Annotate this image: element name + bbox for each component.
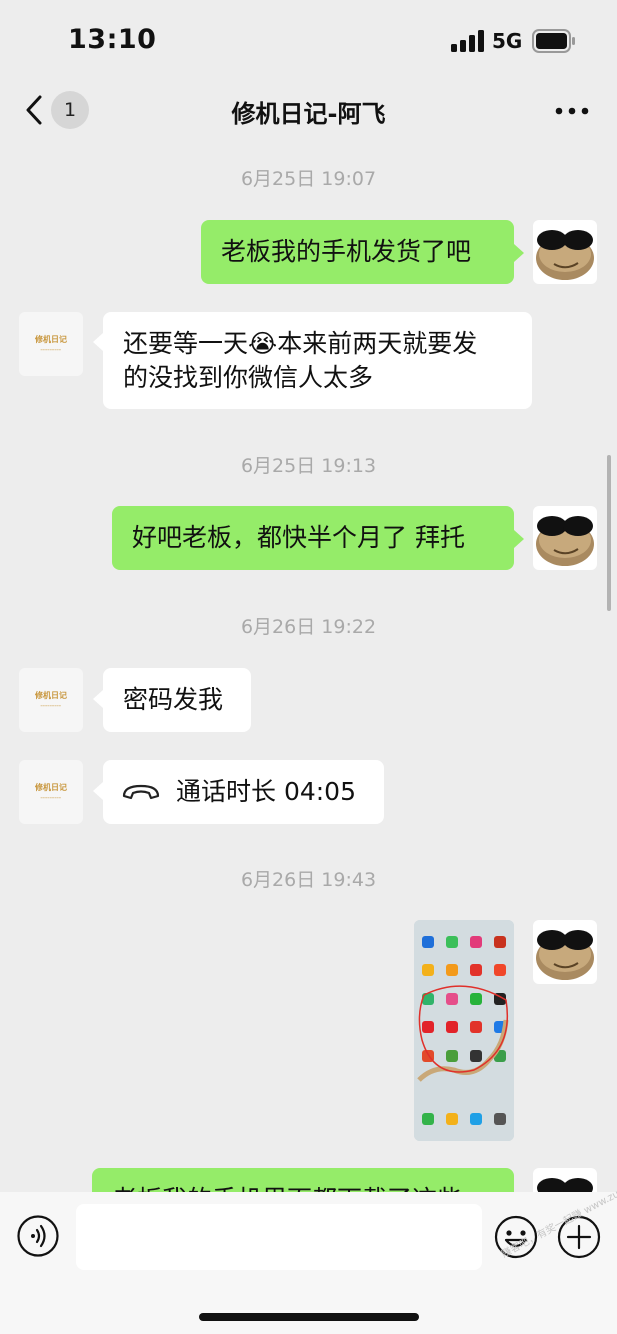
message-bubble-incoming[interactable]: 还要等一天😭本来前两天就要发 的没找到你微信人太多 [103, 312, 532, 409]
call-record-bubble[interactable]: 通话时长 04:05 [103, 760, 384, 824]
shop-logo-underline: ━━━━━━━━━ [40, 348, 62, 352]
call-duration-text: 通话时长 04:05 [176, 777, 356, 806]
phone-hangup-icon [122, 784, 160, 800]
bubble-tail [93, 333, 103, 351]
status-time: 13:10 [68, 24, 157, 55]
shop-logo-underline: ━━━━━━━━━ [40, 796, 62, 800]
sunglasses-face-avatar-icon [536, 930, 594, 980]
message-text: 好吧老板，都快半个月了 拜托 [132, 523, 465, 552]
message-input[interactable] [76, 1204, 482, 1270]
sunglasses-face-avatar-icon [536, 516, 594, 566]
contact-avatar[interactable]: 修机日记 ━━━━━━━━━ [19, 312, 83, 376]
message-timestamp: 6月25日 19:07 [240, 168, 377, 190]
contact-avatar[interactable]: 修机日记 ━━━━━━━━━ [19, 668, 83, 732]
shop-logo: 修机日记 [35, 335, 67, 344]
bubble-tail [514, 530, 524, 548]
sunglasses-face-avatar-icon [536, 230, 594, 280]
message-text-line: 还要等一天😭本来前两天就要发 [123, 329, 478, 358]
my-avatar[interactable] [533, 220, 597, 284]
message-timestamp: 6月26日 19:43 [240, 869, 377, 891]
my-avatar[interactable] [533, 506, 597, 570]
message-text-line: 的没找到你微信人太多 [123, 363, 374, 392]
bubble-tail [514, 244, 524, 262]
message-bubble-outgoing[interactable]: 好吧老板，都快半个月了 拜托 [112, 506, 514, 570]
chat-nav-bar: 1 修机日记-阿飞 [0, 78, 617, 142]
image-message-thumbnail[interactable] [414, 920, 514, 1141]
phone-screenshot-image [414, 920, 514, 1141]
bubble-tail [93, 690, 103, 708]
chat-title: 修机日记-阿飞 [231, 100, 386, 128]
message-bubble-incoming[interactable]: 密码发我 [103, 668, 251, 732]
message-timestamp: 6月25日 19:13 [240, 455, 377, 477]
bubble-tail [93, 782, 103, 800]
network-type: 5G [492, 29, 523, 53]
voice-input-icon[interactable] [17, 1215, 59, 1257]
message-text: 老板我的手机发货了吧 [221, 237, 472, 266]
signal-icon [451, 30, 484, 52]
battery-icon [532, 29, 575, 53]
shop-logo: 修机日记 [35, 783, 67, 792]
chat-input-bar: 赚客吧，有奖一起赚 www.zuanke8.com [0, 1163, 617, 1334]
message-bubble-outgoing[interactable]: 老板我的手机发货了吧 [201, 220, 514, 284]
more-options-icon[interactable] [554, 106, 590, 116]
status-bar: 13:10 5G [0, 0, 617, 84]
home-indicator[interactable] [199, 1313, 419, 1321]
shop-logo-underline: ━━━━━━━━━ [40, 704, 62, 708]
message-timestamp: 6月26日 19:22 [240, 616, 377, 638]
scrollbar[interactable] [607, 455, 611, 611]
my-avatar[interactable] [533, 920, 597, 984]
message-text: 密码发我 [123, 685, 224, 714]
shop-logo: 修机日记 [35, 691, 67, 700]
contact-avatar[interactable]: 修机日记 ━━━━━━━━━ [19, 760, 83, 824]
